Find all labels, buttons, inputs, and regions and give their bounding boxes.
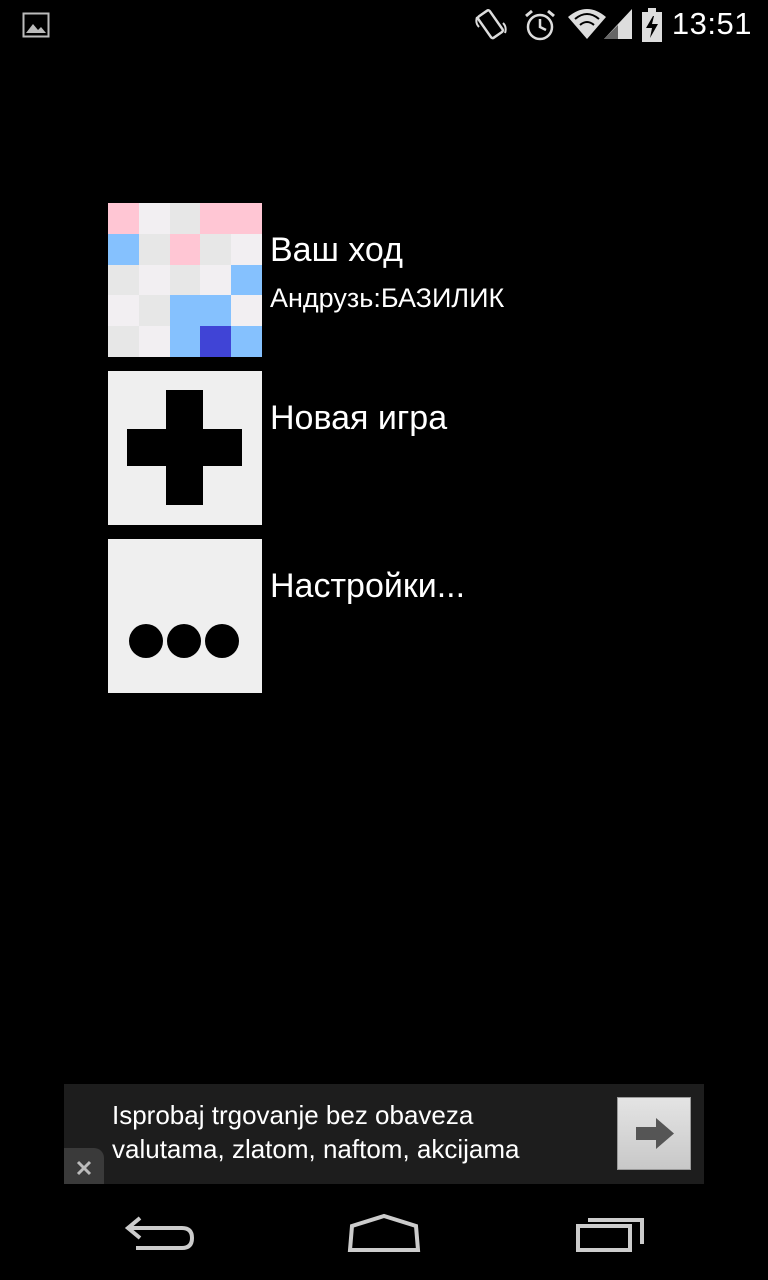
menu-item-new-game[interactable]: Новая игра [108,371,668,525]
board-cell [200,295,232,327]
gallery-icon [22,12,50,38]
board-cell [169,203,201,234]
board-cell [138,264,170,296]
board-cell [138,233,170,265]
ad-banner[interactable]: Isprobaj trgovanje bez obaveza valutama,… [64,1084,704,1184]
ad-text: Isprobaj trgovanje bez obaveza valutama,… [112,1098,520,1166]
board-cell [169,264,201,296]
alarm-icon [525,9,555,41]
back-icon[interactable] [100,1204,220,1264]
board-cell [231,203,262,234]
recent-apps-icon[interactable] [550,1204,670,1264]
board-cell [231,326,262,357]
menu-item-title: Настройки... [270,567,466,605]
board-cell [108,326,139,357]
plus-icon [108,371,262,525]
arrow-right-icon[interactable] [617,1097,691,1170]
board-cell [138,295,170,327]
board-cell [231,233,262,265]
menu-item-title: Новая игра [270,399,448,437]
clock: 13:51 [671,6,752,41]
board-cell [108,264,139,296]
board-cell [138,326,170,357]
close-icon[interactable] [64,1148,104,1184]
menu-item-title: Ваш ход [270,231,403,269]
board-cell [231,295,262,327]
board-cell [200,326,232,357]
menu-item-subtitle: Андрузь:БАЗИЛИК [270,283,505,313]
more-dots-icon [108,539,262,693]
board-cell [200,203,232,234]
wifi-icon [568,9,606,39]
navigation-bar [0,1184,768,1280]
menu-item-your-turn[interactable]: Ваш ход Андрузь:БАЗИЛИК [108,203,668,357]
home-icon[interactable] [324,1204,444,1264]
ad-line-2: valutama, zlatom, naftom, akcijama [112,1134,520,1164]
board-cell [169,295,201,327]
status-bar: 13:51 [0,0,768,50]
board-cell [108,203,139,234]
battery-charging-icon [642,8,662,42]
board-cell [169,326,201,357]
board-preview [108,203,262,357]
board-cell [138,203,170,234]
rotate-phone-icon [475,9,507,40]
board-cell [108,233,139,265]
board-cell [231,264,262,296]
board-cell [108,295,139,327]
board-cell [169,233,201,265]
ad-line-1: Isprobaj trgovanje bez obaveza [112,1100,474,1130]
board-cell [200,264,232,296]
menu-item-settings[interactable]: Настройки... [108,539,668,693]
signal-icon [604,9,632,39]
board-cell [200,233,232,265]
